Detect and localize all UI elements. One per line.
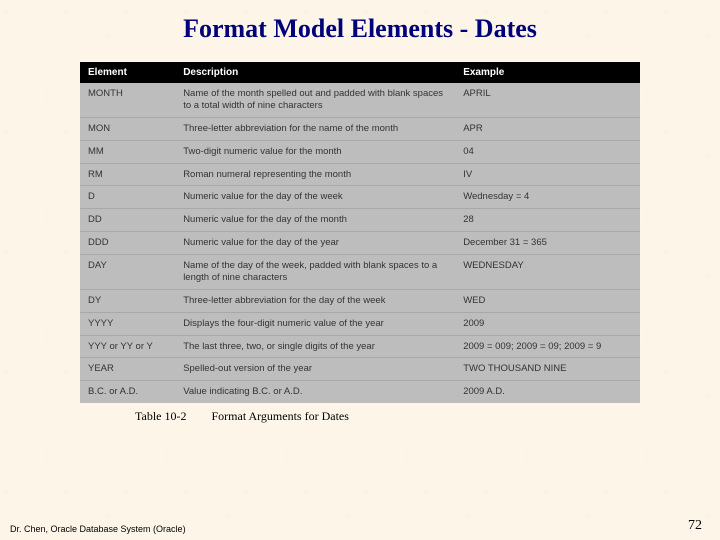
cell-element: MONTH [80,83,175,117]
col-header-element: Element [80,62,175,83]
cell-element: MON [80,117,175,140]
cell-example: 2009 [455,312,640,335]
cell-description: Name of the month spelled out and padded… [175,83,455,117]
cell-example: 04 [455,140,640,163]
cell-description: Numeric value for the day of the year [175,232,455,255]
table-header-row: Element Description Example [80,62,640,83]
caption-text: Format Arguments for Dates [211,409,348,423]
cell-element: DDD [80,232,175,255]
cell-element: B.C. or A.D. [80,381,175,403]
table-row: MONTHName of the month spelled out and p… [80,83,640,117]
cell-example: 2009 = 009; 2009 = 09; 2009 = 9 [455,335,640,358]
cell-element: DD [80,209,175,232]
table-caption: Table 10-2 Format Arguments for Dates [135,409,720,424]
table-row: DAYName of the day of the week, padded w… [80,255,640,290]
cell-description: Name of the day of the week, padded with… [175,255,455,290]
table-row: DNumeric value for the day of the weekWe… [80,186,640,209]
table-row: B.C. or A.D.Value indicating B.C. or A.D… [80,381,640,403]
cell-example: 2009 A.D. [455,381,640,403]
cell-element: YEAR [80,358,175,381]
cell-description: Roman numeral representing the month [175,163,455,186]
table-row: YEARSpelled-out version of the yearTWO T… [80,358,640,381]
cell-description: Value indicating B.C. or A.D. [175,381,455,403]
col-header-example: Example [455,62,640,83]
table-row: DYThree-letter abbreviation for the day … [80,289,640,312]
cell-description: Three-letter abbreviation for the day of… [175,289,455,312]
table-row: MMTwo-digit numeric value for the month0… [80,140,640,163]
cell-example: APR [455,117,640,140]
col-header-description: Description [175,62,455,83]
table-row: YYY or YY or YThe last three, two, or si… [80,335,640,358]
cell-example: WED [455,289,640,312]
cell-element: YYY or YY or Y [80,335,175,358]
cell-example: TWO THOUSAND NINE [455,358,640,381]
cell-description: Two-digit numeric value for the month [175,140,455,163]
table-row: DDNumeric value for the day of the month… [80,209,640,232]
table-row: DDDNumeric value for the day of the year… [80,232,640,255]
cell-description: Numeric value for the day of the month [175,209,455,232]
table-row: MONThree-letter abbreviation for the nam… [80,117,640,140]
cell-example: WEDNESDAY [455,255,640,290]
cell-description: Spelled-out version of the year [175,358,455,381]
cell-description: The last three, two, or single digits of… [175,335,455,358]
format-table-container: Element Description Example MONTHName of… [80,62,640,403]
cell-element: MM [80,140,175,163]
cell-description: Displays the four-digit numeric value of… [175,312,455,335]
cell-example: December 31 = 365 [455,232,640,255]
cell-element: DAY [80,255,175,290]
page-number: 72 [688,518,702,534]
cell-description: Three-letter abbreviation for the name o… [175,117,455,140]
cell-element: YYYY [80,312,175,335]
cell-example: Wednesday = 4 [455,186,640,209]
table-row: RMRoman numeral representing the monthIV [80,163,640,186]
page-title: Format Model Elements - Dates [0,0,720,44]
cell-example: IV [455,163,640,186]
table-row: YYYYDisplays the four-digit numeric valu… [80,312,640,335]
cell-example: 28 [455,209,640,232]
cell-description: Numeric value for the day of the week [175,186,455,209]
cell-element: D [80,186,175,209]
cell-element: DY [80,289,175,312]
format-table: Element Description Example MONTHName of… [80,62,640,403]
cell-element: RM [80,163,175,186]
cell-example: APRIL [455,83,640,117]
footer-author: Dr. Chen, Oracle Database System (Oracle… [10,524,186,534]
caption-number: Table 10-2 [135,409,186,423]
